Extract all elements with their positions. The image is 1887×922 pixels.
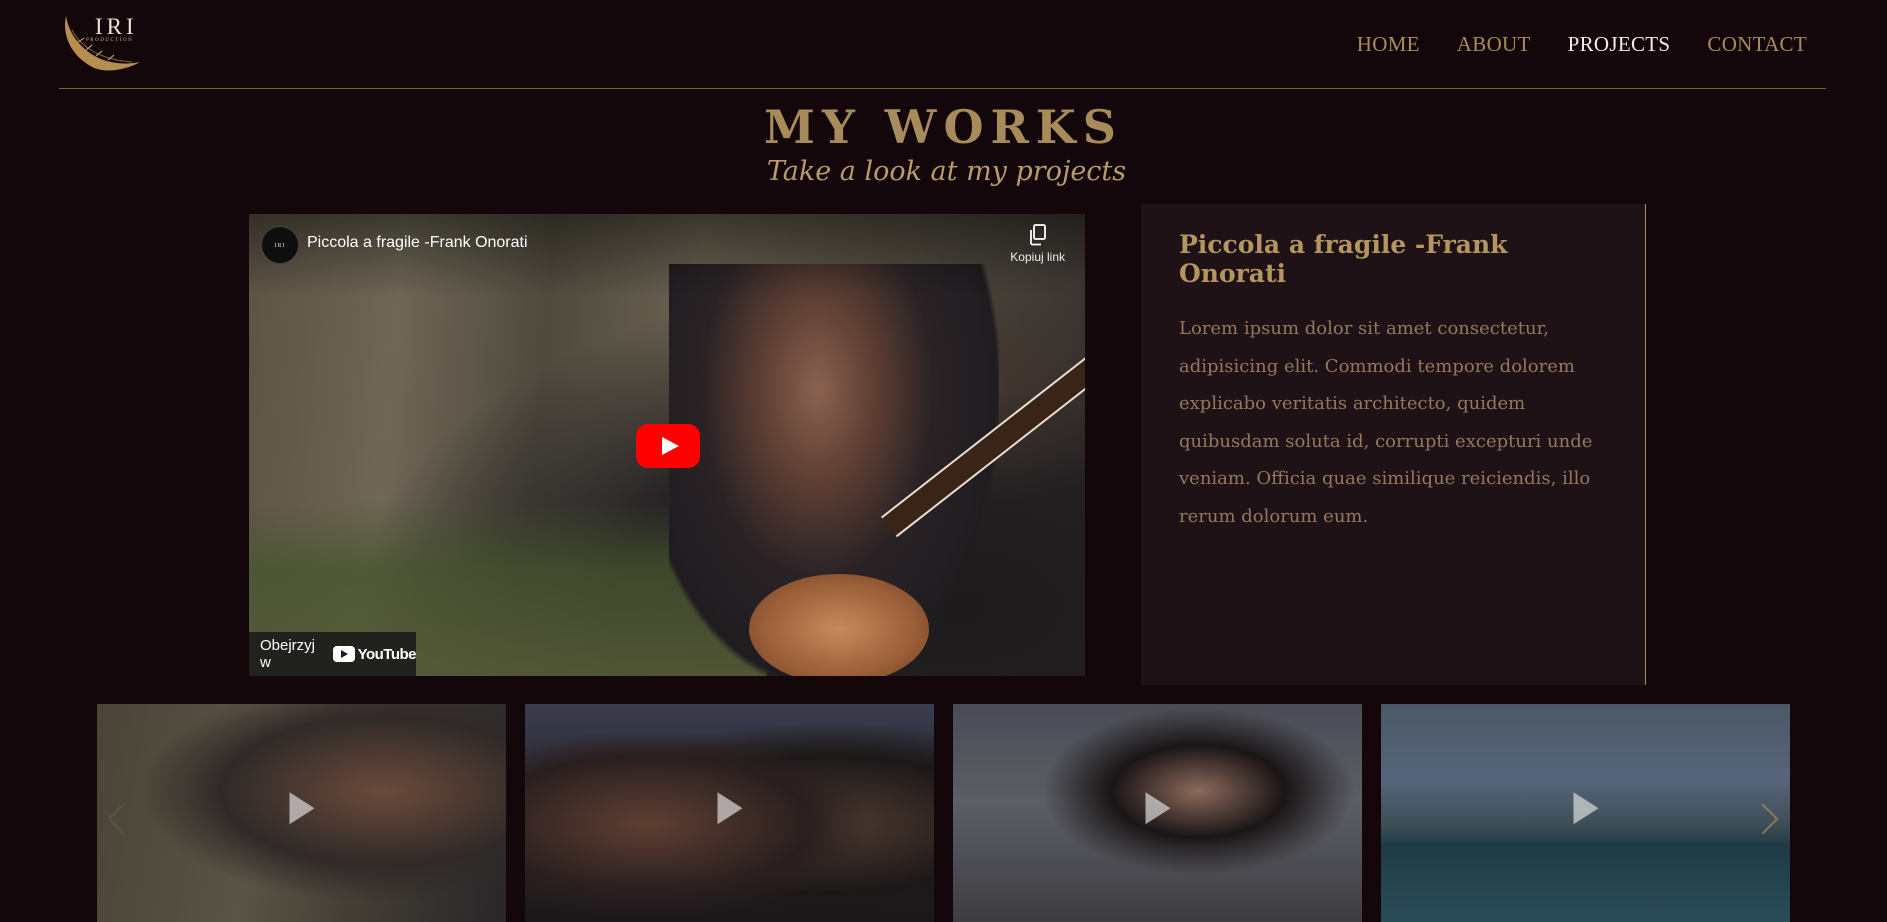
copy-link-button[interactable]: Kopiuj link [1010, 224, 1065, 264]
play-icon [1573, 792, 1598, 825]
brand-subtitle: PRODUCTION [86, 38, 134, 43]
project-description: Lorem ipsum dolor sit amet consectetur, … [1179, 318, 1593, 527]
video-player[interactable]: IRI Piccola a fragile -Frank Onorati Kop… [249, 214, 1085, 676]
project-thumbnail-3[interactable] [953, 704, 1362, 922]
section-title: MY WORKS [764, 100, 1123, 154]
play-icon [717, 792, 742, 825]
nav-projects[interactable]: PROJECTS [1568, 32, 1671, 57]
section-subtitle: Take a look at my projects [766, 156, 1127, 187]
youtube-logo-icon: YouTube [332, 645, 417, 663]
youtube-wordmark: YouTube [357, 645, 417, 663]
play-icon [289, 792, 314, 825]
copy-icon [1029, 224, 1046, 246]
channel-avatar[interactable]: IRI [261, 226, 299, 264]
project-thumbnail-2[interactable] [525, 704, 934, 922]
play-button[interactable] [636, 424, 700, 468]
watch-on-label: Obejrzyj w [260, 637, 316, 671]
brand-name[interactable]: IRI [95, 14, 138, 40]
play-icon [1145, 792, 1170, 825]
project-thumbnail-4[interactable] [1381, 704, 1790, 922]
project-title: Piccola a fragile -Frank Onorati [1179, 230, 1508, 288]
header-divider [59, 88, 1826, 89]
nav-contact[interactable]: CONTACT [1707, 32, 1807, 57]
project-thumbnail-1[interactable] [97, 704, 506, 922]
main-nav: HOME ABOUT PROJECTS CONTACT [1357, 32, 1807, 57]
watch-on-youtube-button[interactable]: Obejrzyj w YouTube [249, 632, 417, 676]
project-carousel [97, 704, 1790, 922]
video-title[interactable]: Piccola a fragile -Frank Onorati [307, 234, 528, 252]
project-details-card: Piccola a fragile -Frank Onorati Lorem i… [1141, 204, 1646, 685]
copy-link-label: Kopiuj link [1010, 250, 1065, 264]
nav-home[interactable]: HOME [1357, 32, 1420, 57]
nav-about[interactable]: ABOUT [1457, 32, 1531, 57]
